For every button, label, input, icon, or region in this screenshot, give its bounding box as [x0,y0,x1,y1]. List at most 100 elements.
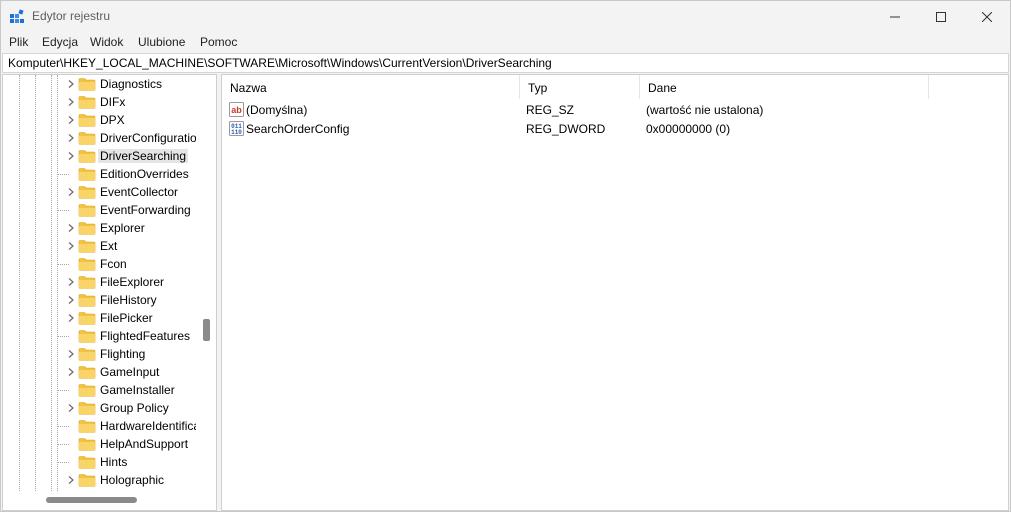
tree-item[interactable]: EditionOverrides [3,165,196,183]
value-type: REG_SZ [526,103,575,117]
tree-connector [57,444,69,445]
value-name: SearchOrderConfig [246,122,350,136]
tree-item[interactable]: FileExplorer [3,273,196,291]
minimize-icon [890,16,900,17]
folder-icon [78,240,96,253]
value-data: (wartość nie ustalona) [646,103,764,117]
chevron-right-icon[interactable] [66,295,76,305]
tree-item-label: HelpAndSupport [100,437,189,451]
string-value-icon: ab [229,102,244,117]
tree-connector [57,390,69,391]
tree-item[interactable]: Diagnostics [3,75,196,93]
tree-connector [57,426,69,427]
folder-icon [78,78,96,91]
tree-item[interactable]: FileHistory [3,291,196,309]
tree-item[interactable]: GameInstaller [3,381,196,399]
tree-item[interactable]: FilePicker [3,309,196,327]
folder-icon [78,366,96,379]
menu-favorites[interactable]: Ulubione [138,35,185,49]
chevron-right-icon[interactable] [66,187,76,197]
tree-item-label: Hints [100,455,128,469]
tree-item-label: FileHistory [100,293,157,307]
tree-item-label: FilePicker [100,311,153,325]
tree-viewport: Diagnostics DIFx DPX DriverConfiguratio Driv… [3,75,196,491]
folder-icon [78,330,96,343]
menu-bar: Plik Edycja Widok Ulubione Pomoc [1,32,1010,52]
chevron-right-icon[interactable] [66,277,76,287]
minimize-button[interactable] [872,1,918,32]
tree-item[interactable]: HelpAndSupport [3,435,196,453]
maximize-button[interactable] [918,1,964,32]
tree-item-label: GameInput [100,365,160,379]
tree-item[interactable]: HardwareIdentifica [3,417,196,435]
tree-item-label: HardwareIdentifica [100,419,196,433]
column-header-name[interactable]: Nazwa [222,75,520,99]
chevron-right-icon[interactable] [66,133,76,143]
tree-item[interactable]: EventCollector [3,183,196,201]
tree-item-label: Ext [100,239,118,253]
menu-help[interactable]: Pomoc [200,35,237,49]
tree-connector [57,336,69,337]
tree-item[interactable]: DriverConfiguratio [3,129,196,147]
folder-icon [78,438,96,451]
tree-item[interactable]: Hints [3,453,196,471]
folder-icon [78,294,96,307]
tree-item[interactable]: EventForwarding [3,201,196,219]
value-row[interactable]: 011 110 SearchOrderConfig REG_DWORD 0x00… [222,119,922,138]
tree-item[interactable]: Fcon [3,255,196,273]
chevron-right-icon[interactable] [66,349,76,359]
value-name: (Domyślna) [246,103,308,117]
binary-value-icon: 011 110 [229,121,244,136]
chevron-right-icon[interactable] [66,79,76,89]
chevron-right-icon[interactable] [66,403,76,413]
menu-view[interactable]: Widok [90,35,123,49]
column-header-data[interactable]: Dane [640,75,929,99]
tree-item[interactable]: DIFx [3,93,196,111]
tree-item-label: FlightedFeatures [100,329,191,343]
tree-item-label: DIFx [100,95,126,109]
registry-tree[interactable]: Diagnostics DIFx DPX DriverConfiguratio Driv… [2,74,217,511]
tree-item-label: GameInstaller [100,383,175,397]
tree-connector [57,210,69,211]
tree-item[interactable]: FlightedFeatures [3,327,196,345]
menu-edit[interactable]: Edycja [42,35,78,49]
menu-file[interactable]: Plik [9,35,28,49]
value-type: REG_DWORD [526,122,606,136]
close-button[interactable] [964,1,1010,32]
values-list[interactable]: Nazwa Typ Dane ab (Domyślna) REG_SZ (war… [221,74,1009,511]
chevron-right-icon[interactable] [66,313,76,323]
tree-connector [57,264,69,265]
tree-item[interactable]: DriverSearching [3,147,196,165]
tree-item[interactable]: Flighting [3,345,196,363]
chevron-right-icon[interactable] [66,367,76,377]
chevron-right-icon[interactable] [66,223,76,233]
folder-icon [78,384,96,397]
tree-item-label: Fcon [100,257,127,271]
tree-item-label: Explorer [100,221,145,235]
folder-icon [78,114,96,127]
tree-item-label: DriverSearching [98,149,189,163]
column-header-type[interactable]: Typ [520,75,640,99]
tree-item[interactable]: Explorer [3,219,196,237]
tree-item-label: EditionOverrides [100,167,189,181]
value-row[interactable]: ab (Domyślna) REG_SZ (wartość nie ustalo… [222,100,922,119]
chevron-right-icon[interactable] [66,97,76,107]
address-bar[interactable]: Komputer\HKEY_LOCAL_MACHINE\SOFTWARE\Mic… [2,53,1009,73]
tree-vertical-scrollbar-thumb[interactable] [203,319,210,341]
tree-connector [57,174,69,175]
tree-item[interactable]: Ext [3,237,196,255]
tree-connector [57,462,69,463]
chevron-right-icon[interactable] [66,241,76,251]
tree-item[interactable]: GameInput [3,363,196,381]
tree-horizontal-scrollbar-thumb[interactable] [46,497,137,503]
chevron-right-icon[interactable] [66,475,76,485]
tree-item[interactable]: DPX [3,111,196,129]
tree-item[interactable]: Holographic [3,471,196,489]
chevron-right-icon[interactable] [66,151,76,161]
folder-icon [78,96,96,109]
tree-item[interactable]: Group Policy [3,399,196,417]
close-icon [982,11,992,22]
chevron-right-icon[interactable] [66,115,76,125]
svg-text:110: 110 [231,129,242,136]
folder-icon [78,420,96,433]
